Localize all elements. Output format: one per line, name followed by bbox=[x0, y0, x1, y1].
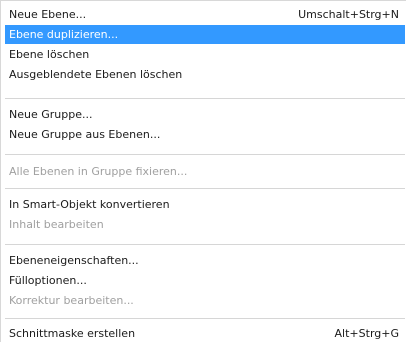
menu-item-label: Inhalt bearbeiten bbox=[9, 218, 104, 231]
layer-context-menu: Neue Ebene... Umschalt+Strg+N Ebene dupl… bbox=[0, 0, 406, 342]
menu-separator bbox=[5, 154, 405, 155]
menu-item-label: Ebene duplizieren... bbox=[9, 28, 119, 41]
menu-item-neue-gruppe[interactable]: Neue Gruppe... bbox=[5, 105, 405, 124]
menu-item-ebene-duplizieren[interactable]: Ebene duplizieren... bbox=[5, 25, 405, 44]
menu-separator bbox=[5, 318, 405, 319]
menu-item-shortcut: Umschalt+Strg+N bbox=[298, 8, 399, 21]
menu-item-neue-ebene[interactable]: Neue Ebene... Umschalt+Strg+N bbox=[5, 5, 405, 24]
menu-item-neue-gruppe-aus-ebenen[interactable]: Neue Gruppe aus Ebenen... bbox=[5, 125, 405, 144]
menu-separator bbox=[5, 98, 405, 99]
menu-item-inhalt-bearbeiten: Inhalt bearbeiten bbox=[5, 215, 405, 234]
menu-item-ebeneneigenschaften[interactable]: Ebeneneigenschaften... bbox=[5, 251, 405, 270]
menu-item-fuelloptionen[interactable]: Fülloptionen... bbox=[5, 271, 405, 290]
menu-item-korrektur-bearbeiten: Korrektur bearbeiten... bbox=[5, 291, 405, 310]
menu-item-alle-ebenen-fixieren: Alle Ebenen in Gruppe fixieren... bbox=[5, 162, 405, 181]
menu-item-label: Fülloptionen... bbox=[9, 274, 87, 287]
menu-item-label: Korrektur bearbeiten... bbox=[9, 294, 134, 307]
menu-item-label: Neue Ebene... bbox=[9, 8, 87, 21]
menu-item-label: Ebeneneigenschaften... bbox=[9, 254, 139, 267]
menu-item-shortcut: Alt+Strg+G bbox=[334, 327, 399, 340]
menu-item-label: Ausgeblendete Ebenen löschen bbox=[9, 68, 183, 81]
menu-item-ebene-loeschen[interactable]: Ebene löschen bbox=[5, 45, 405, 64]
menu-separator bbox=[5, 244, 405, 245]
menu-item-label: In Smart-Objekt konvertieren bbox=[9, 198, 170, 211]
menu-item-schnittmaske-erstellen[interactable]: Schnittmaske erstellen Alt+Strg+G bbox=[5, 324, 405, 343]
menu-item-label: Neue Gruppe... bbox=[9, 108, 93, 121]
menu-item-label: Ebene löschen bbox=[9, 48, 90, 61]
menu-item-label: Schnittmaske erstellen bbox=[9, 327, 136, 340]
menu-separator bbox=[5, 188, 405, 189]
menu-item-label: Alle Ebenen in Gruppe fixieren... bbox=[9, 165, 188, 178]
menu-item-ausgeblendete-ebenen-loeschen[interactable]: Ausgeblendete Ebenen löschen bbox=[5, 65, 405, 84]
menu-item-label: Neue Gruppe aus Ebenen... bbox=[9, 128, 161, 141]
menu-item-smart-objekt-konvertieren[interactable]: In Smart-Objekt konvertieren bbox=[5, 195, 405, 214]
